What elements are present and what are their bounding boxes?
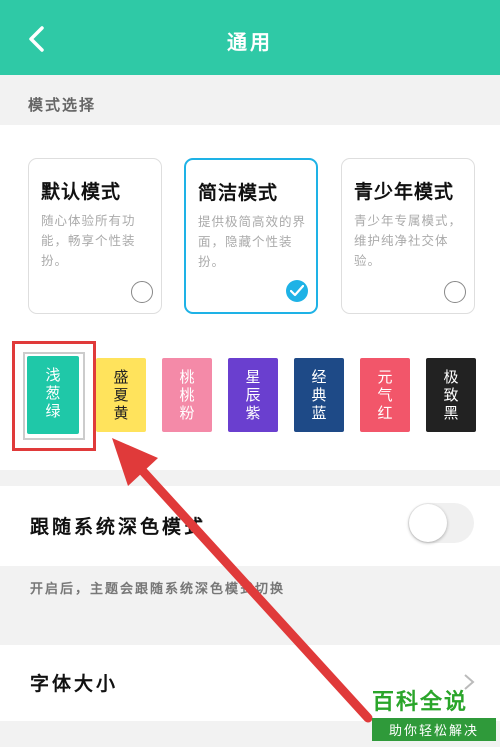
watermark-logo: 百科全说 助你轻松解决 — [372, 684, 496, 741]
radio-unchecked-icon[interactable] — [444, 281, 466, 303]
theme-label: 盛 夏 黄 — [113, 368, 129, 422]
theme-swatch-yellow[interactable]: 盛 夏 黄 — [96, 358, 146, 432]
theme-label: 元 气 红 — [377, 368, 393, 422]
page-title: 通用 — [227, 30, 273, 54]
mode-section-label: 模式选择 — [28, 96, 97, 114]
theme-label: 极 致 黑 — [443, 368, 459, 422]
mode-card-default[interactable]: 默认模式 随心体验所有功能，畅享个性装扮。 — [28, 158, 162, 314]
dark-mode-note: 开启后，主题会跟随系统深色模式切换 — [30, 582, 286, 597]
dark-mode-toggle[interactable] — [408, 503, 474, 543]
mode-card-teen[interactable]: 青少年模式 青少年专属模式，维护纯净社交体验。 — [341, 158, 475, 314]
mode-description: 随心体验所有功能，畅享个性装扮。 — [41, 213, 136, 268]
radio-unchecked-icon[interactable] — [131, 281, 153, 303]
mode-description: 青少年专属模式，维护纯净社交体验。 — [354, 213, 463, 268]
watermark-title: 百科全说 — [372, 690, 469, 715]
toggle-knob — [409, 504, 447, 542]
watermark-subtitle: 助你轻松解决 — [372, 718, 496, 741]
mode-title: 青少年模式 — [354, 181, 455, 203]
theme-label: 桃 桃 粉 — [179, 368, 195, 422]
theme-swatch-black[interactable]: 极 致 黑 — [426, 358, 476, 432]
mode-description: 提供极简高效的界面，隐藏个性装扮。 — [198, 214, 307, 269]
theme-swatch-blue[interactable]: 经 典 蓝 — [294, 358, 344, 432]
dark-mode-label: 跟随系统深色模式 — [30, 516, 207, 538]
font-size-label: 字体大小 — [30, 673, 119, 695]
mode-card-simple[interactable]: 简洁模式 提供极简高效的界面，隐藏个性装扮。 — [184, 158, 318, 314]
header-bar: 通用 — [0, 0, 500, 75]
theme-label: 星 辰 紫 — [245, 368, 261, 422]
theme-swatch-purple[interactable]: 星 辰 紫 — [228, 358, 278, 432]
theme-swatch-pink[interactable]: 桃 桃 粉 — [162, 358, 212, 432]
theme-swatch-green[interactable]: 浅 葱 绿 — [27, 356, 79, 434]
radio-checked-icon[interactable] — [286, 280, 308, 302]
theme-label: 经 典 蓝 — [311, 368, 327, 422]
mode-title: 默认模式 — [41, 181, 122, 203]
mode-title: 简洁模式 — [198, 182, 279, 204]
theme-label: 浅 葱 绿 — [45, 366, 61, 420]
theme-swatch-red[interactable]: 元 气 红 — [360, 358, 410, 432]
